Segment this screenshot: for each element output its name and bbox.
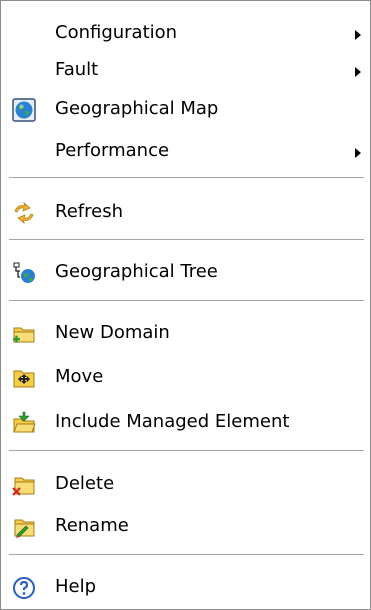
menu-item-label: Include Managed Element — [55, 411, 290, 432]
new-folder-icon — [12, 322, 36, 346]
menu-item-fault[interactable]: Fault — [1, 52, 370, 88]
menu-item-performance[interactable]: Performance — [1, 133, 370, 169]
menu-item-label: Refresh — [55, 201, 123, 222]
include-folder-icon — [12, 411, 36, 435]
menu-item-label: Help — [55, 576, 97, 597]
menu-item-refresh[interactable]: Refresh — [1, 194, 370, 230]
delete-folder-icon — [12, 473, 36, 497]
move-folder-icon — [12, 366, 36, 390]
help-icon — [12, 576, 36, 600]
submenu-arrow-icon — [353, 63, 363, 77]
menu-item-geographical-map[interactable]: Geographical Map — [1, 91, 370, 127]
menu-separator — [9, 239, 364, 241]
menu-item-geographical-tree[interactable]: Geographical Tree — [1, 254, 370, 290]
menu-item-label: Fault — [55, 59, 99, 80]
menu-item-label: New Domain — [55, 322, 170, 343]
rename-folder-icon — [12, 515, 36, 539]
menu-item-label: Geographical Tree — [55, 261, 218, 282]
menu-item-new-domain[interactable]: New Domain — [1, 315, 370, 351]
menu-item-label: Rename — [55, 515, 129, 536]
menu-item-label: Configuration — [55, 22, 178, 43]
submenu-arrow-icon — [353, 26, 363, 40]
menu-item-move[interactable]: Move — [1, 359, 370, 395]
menu-item-configuration[interactable]: Configuration — [1, 15, 370, 51]
refresh-icon — [12, 201, 36, 225]
menu-separator — [9, 177, 364, 179]
menu-item-label: Move — [55, 366, 104, 387]
menu-separator — [9, 450, 364, 452]
menu-item-label: Geographical Map — [55, 98, 219, 119]
tree-globe-icon — [12, 261, 36, 285]
context-menu: Configuration Fault Geographical Map Per… — [0, 0, 371, 610]
menu-item-help[interactable]: Help — [1, 569, 370, 605]
menu-item-include-managed-element[interactable]: Include Managed Element — [1, 404, 370, 440]
globe-icon — [12, 98, 36, 122]
menu-item-delete[interactable]: Delete — [1, 466, 370, 502]
menu-item-label: Delete — [55, 473, 115, 494]
menu-separator — [9, 554, 364, 556]
submenu-arrow-icon — [353, 144, 363, 158]
menu-item-rename[interactable]: Rename — [1, 508, 370, 544]
menu-separator — [9, 300, 364, 302]
menu-item-label: Performance — [55, 140, 170, 161]
